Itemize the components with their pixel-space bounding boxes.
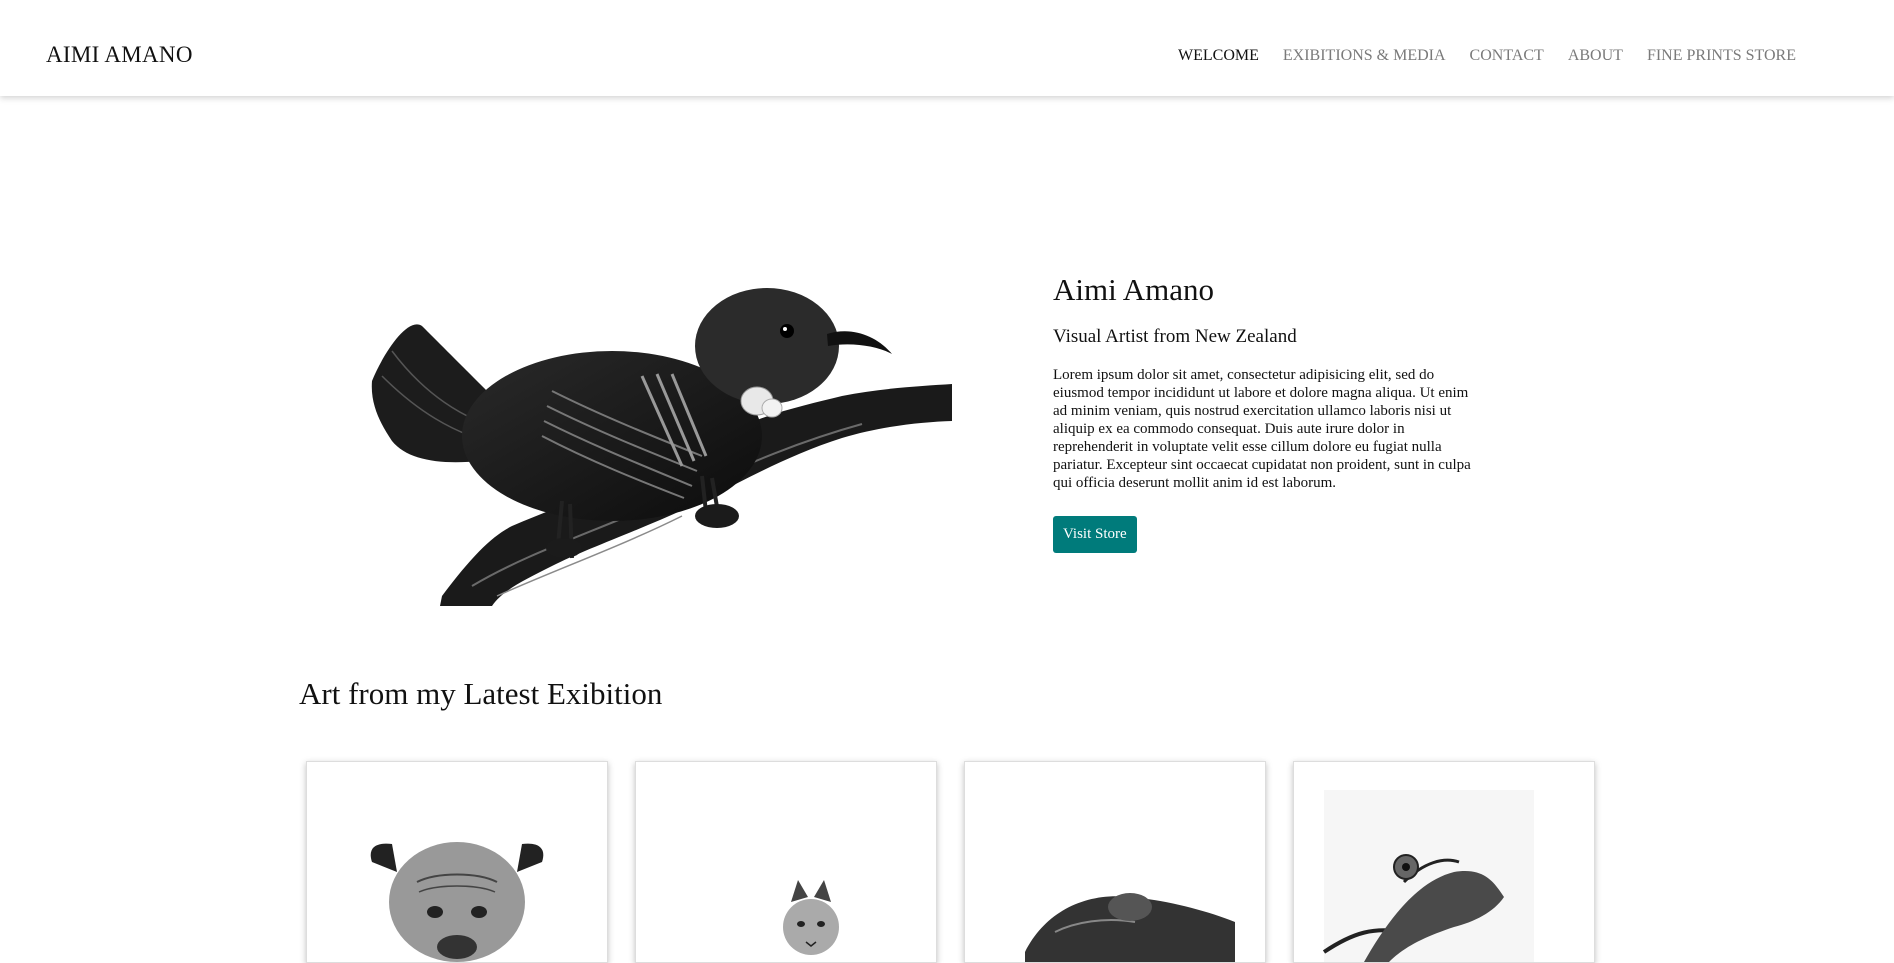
hero-subtitle: Visual Artist from New Zealand bbox=[1053, 326, 1297, 347]
art-card-lizard[interactable] bbox=[964, 761, 1266, 963]
hero-bird-image bbox=[322, 176, 952, 606]
hero-title: Aimi Amano bbox=[1053, 272, 1215, 307]
lizard-drawing-icon bbox=[1025, 893, 1235, 962]
art-card-dog[interactable] bbox=[306, 761, 608, 963]
brand-logo[interactable]: AIMI AMANO bbox=[46, 42, 193, 68]
chameleon-drawing-icon bbox=[1322, 790, 1534, 962]
dog-drawing-icon bbox=[370, 842, 544, 962]
exhibition-section-title: Art from my Latest Exibition bbox=[299, 676, 663, 711]
cat-drawing-icon bbox=[783, 880, 839, 955]
nav-contact[interactable]: CONTACT bbox=[1470, 47, 1544, 64]
nav-welcome[interactable]: WELCOME bbox=[1178, 47, 1259, 64]
visit-store-button[interactable]: Visit Store bbox=[1053, 516, 1137, 553]
art-card-cat[interactable] bbox=[635, 761, 937, 963]
nav-exibitions-media[interactable]: EXIBITIONS & MEDIA bbox=[1283, 47, 1446, 64]
hero-body-text: Lorem ipsum dolor sit amet, consectetur … bbox=[1053, 367, 1471, 491]
art-card-chameleon[interactable] bbox=[1293, 761, 1595, 963]
nav-fine-prints-store[interactable]: FINE PRINTS STORE bbox=[1647, 47, 1796, 64]
tui-bird-icon bbox=[371, 288, 952, 606]
hero-text-block: Aimi Amano Visual Artist from New Zealan… bbox=[1053, 272, 1477, 553]
top-navbar: AIMI AMANO WELCOME EXIBITIONS & MEDIA CO… bbox=[0, 0, 1894, 96]
main-nav: WELCOME EXIBITIONS & MEDIA CONTACT ABOUT… bbox=[1178, 47, 1796, 65]
exhibition-cards bbox=[306, 761, 1595, 963]
nav-about[interactable]: ABOUT bbox=[1568, 47, 1623, 64]
